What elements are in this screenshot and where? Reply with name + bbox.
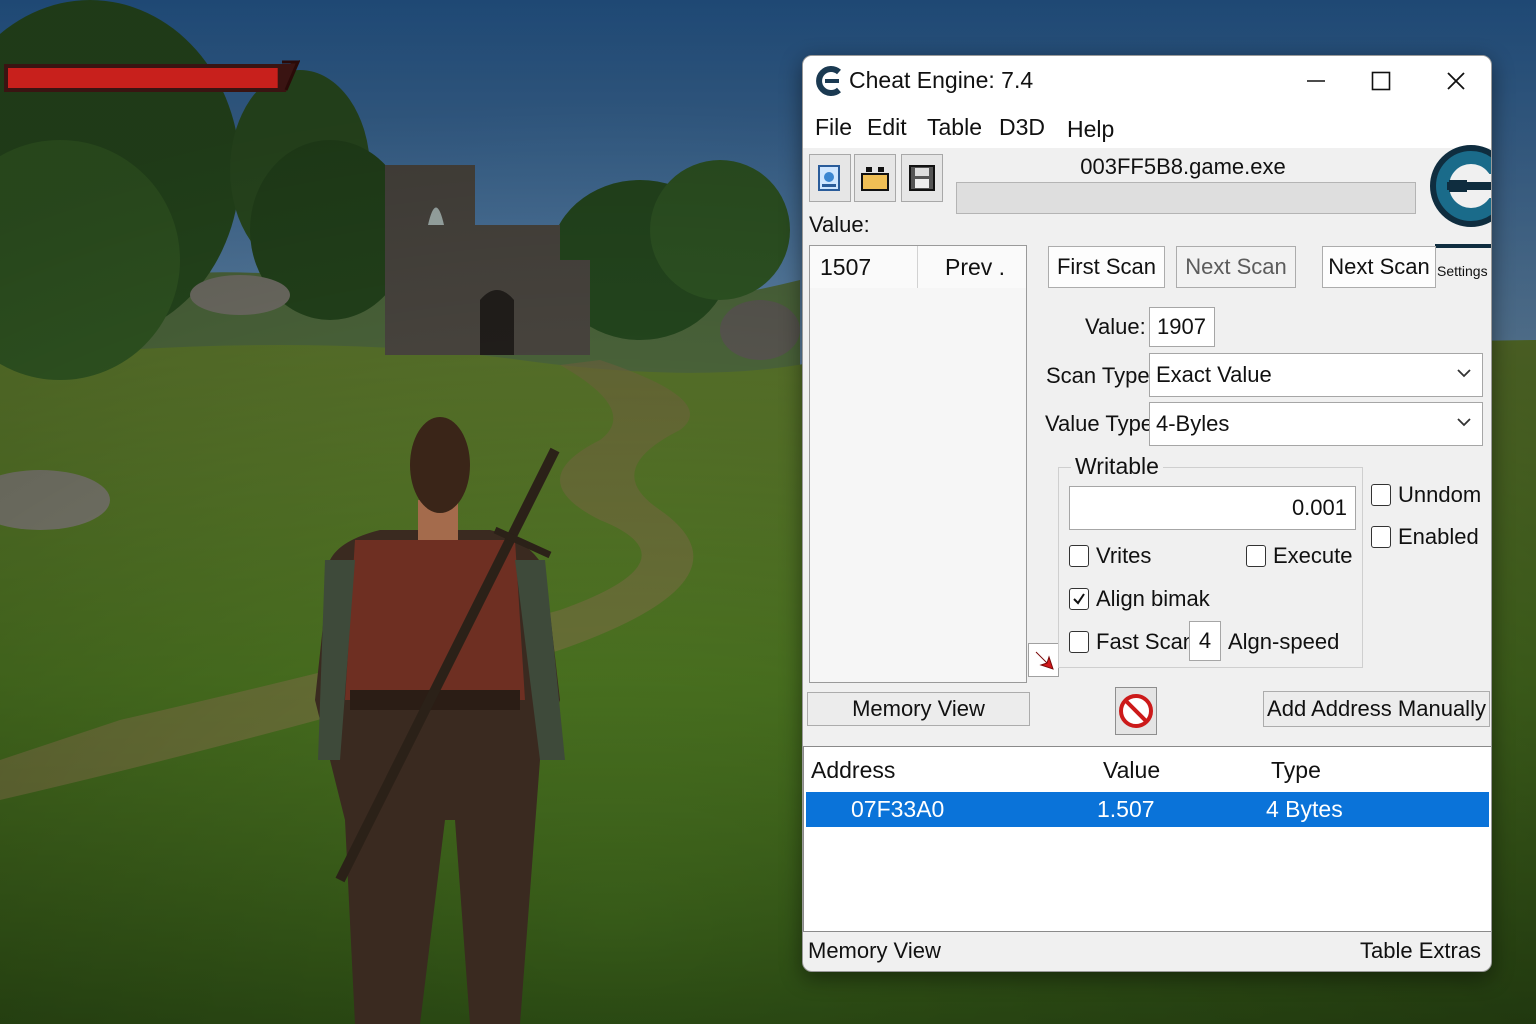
menu-file[interactable]: File (815, 114, 852, 141)
checkbox-box-checked (1069, 588, 1089, 610)
writable-group-title: Writable (1071, 453, 1163, 480)
enabled-checkbox[interactable]: Enabled (1371, 524, 1479, 550)
settings-logo-icon[interactable] (1417, 144, 1491, 254)
save-table-icon (909, 165, 935, 191)
cheat-engine-logo-icon (816, 66, 841, 96)
no-entry-icon (1119, 694, 1153, 728)
menu-d3d[interactable]: D3D (999, 114, 1045, 141)
checkbox-box (1371, 526, 1391, 548)
value-type-label: Value Type: (1045, 411, 1160, 436)
found-value-label: Value: (809, 212, 870, 237)
value-field-label: Value: (1085, 314, 1146, 339)
select-process-button[interactable] (809, 154, 851, 202)
chevron-down-icon (1457, 418, 1471, 427)
enabled-label: Enabled (1398, 524, 1479, 549)
table-row[interactable]: 07F33A0 1.507 4 Bytes (806, 792, 1489, 827)
save-table-button[interactable] (901, 154, 943, 202)
undo-label: Unndom (1398, 482, 1482, 507)
undo-checkbox[interactable]: Unndom (1371, 482, 1481, 508)
value-type-value: 4-Byles (1156, 411, 1230, 436)
fast-scan-checkbox[interactable]: Fast Scan (1069, 629, 1195, 655)
align-checkbox[interactable]: Align bimak (1069, 586, 1210, 612)
scan-type-label: Scan Type: (1046, 363, 1156, 388)
minimize-icon (1307, 80, 1325, 82)
results-column-previous[interactable]: Prev . (945, 254, 1005, 281)
scan-type-select[interactable]: Exact Value (1149, 353, 1483, 397)
settings-label[interactable]: Settings (1437, 263, 1488, 279)
footer-table-extras[interactable]: Table Extras (1360, 938, 1481, 964)
close-icon (1447, 72, 1465, 90)
execute-label: Execute (1273, 543, 1353, 568)
next-scan-button-disabled[interactable]: Next Scan (1176, 246, 1296, 288)
open-table-button[interactable] (854, 154, 896, 202)
align-speed-label: Algn-speed (1228, 629, 1340, 654)
next-scan-button[interactable]: Next Scan (1322, 246, 1436, 288)
checkbox-box (1371, 484, 1391, 506)
menu-bar: File Edit Table D3D Help (803, 106, 1491, 148)
fast-scan-label: Fast Scan (1096, 629, 1196, 654)
results-column-value[interactable]: 1507 (820, 254, 871, 281)
column-divider (917, 246, 918, 288)
memory-view-button[interactable]: Memory View (807, 692, 1030, 726)
window-title: Cheat Engine: 7.4 (849, 67, 1034, 93)
menu-edit[interactable]: Edit (867, 114, 907, 141)
close-button[interactable] (1421, 56, 1491, 106)
align-label: Align bimak (1096, 586, 1210, 611)
title-bar[interactable]: Cheat Engine: 7.4 (803, 56, 1491, 106)
footer-memory-view[interactable]: Memory View (808, 938, 941, 964)
open-table-icon (861, 167, 889, 191)
memory-range-input[interactable]: 0.001 (1069, 486, 1356, 530)
value-input[interactable]: 1907 (1149, 307, 1215, 347)
first-scan-button[interactable]: First Scan (1048, 246, 1165, 288)
execute-checkbox[interactable]: Execute (1246, 543, 1353, 569)
menu-table[interactable]: Table (927, 114, 982, 141)
row-type: 4 Bytes (1266, 796, 1343, 822)
stop-scan-button[interactable] (1115, 687, 1157, 735)
scan-type-value: Exact Value (1156, 362, 1272, 387)
value-type-select[interactable]: 4-Byles (1149, 402, 1483, 446)
value-column-header[interactable]: Value (1103, 757, 1160, 784)
checkmark-icon (1073, 593, 1085, 605)
process-list-icon (818, 165, 840, 191)
red-arrow-icon (1035, 651, 1054, 670)
type-column-header[interactable]: Type (1271, 757, 1321, 784)
maximize-icon (1371, 71, 1391, 91)
address-column-header[interactable]: Address (811, 757, 895, 784)
maximize-button[interactable] (1346, 56, 1416, 106)
row-value: 1.507 (1097, 796, 1155, 822)
scan-progress-bar (956, 182, 1416, 214)
add-to-list-button[interactable] (1028, 643, 1059, 677)
address-list[interactable]: Address Value Type 07F33A0 1.507 4 Bytes (803, 746, 1491, 932)
checkbox-box (1069, 631, 1089, 653)
writes-checkbox[interactable]: Vrites (1069, 543, 1151, 569)
cheat-engine-window: Cheat Engine: 7.4 File Edit Table D3D He… (802, 55, 1492, 972)
health-bar (4, 60, 300, 92)
add-address-manually-button[interactable]: Add Address Manually (1263, 691, 1490, 727)
menu-help[interactable]: Help (1067, 116, 1114, 143)
writes-label: Vrites (1096, 543, 1152, 568)
row-address: 07F33A0 (851, 796, 945, 822)
checkbox-box (1069, 545, 1089, 567)
checkbox-box (1246, 545, 1266, 567)
scan-results-list[interactable]: 1507 Prev . (809, 245, 1027, 683)
process-name: 003FF5B8.game.exe (1080, 154, 1286, 179)
minimize-button[interactable] (1281, 56, 1351, 106)
align-speed-input[interactable]: 4 (1189, 621, 1221, 661)
chevron-down-icon (1457, 369, 1471, 378)
